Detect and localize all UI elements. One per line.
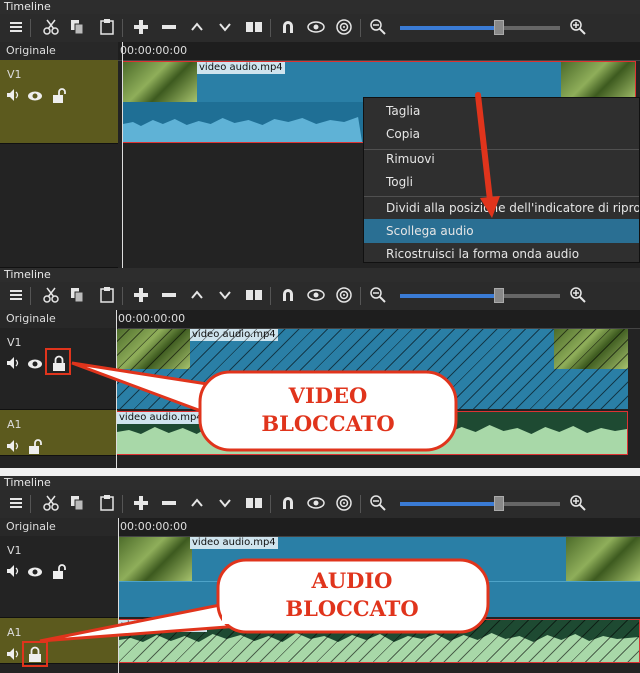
menu-item-dividi[interactable]: Dividi alla posizione dell'indicatore di…	[364, 196, 639, 220]
zoom-out-icon[interactable]	[367, 16, 389, 38]
zoom-in-icon[interactable]	[567, 16, 589, 38]
copy-icon[interactable]	[66, 16, 88, 38]
callout-line-2: BLOCCATO	[261, 411, 394, 436]
clip-label: video audio.mp4	[197, 62, 285, 74]
add-icon[interactable]	[130, 16, 152, 38]
down-icon[interactable]	[214, 16, 236, 38]
unlocked-padlock-icon[interactable]	[51, 87, 67, 103]
timeline-panel-2: Timeline Originale 00:00:00:00 V1 A1 vid…	[0, 268, 640, 468]
menu-item-togli[interactable]: Togli	[364, 170, 639, 194]
callout-video-bloccato: VIDEO BLOCCATO	[71, 361, 458, 452]
thumbnail-start	[123, 62, 197, 102]
callout-line-2: BLOCCATO	[285, 596, 418, 621]
originale-label: Originale	[0, 42, 118, 60]
timeline-panel-3: Timeline Originale 00:00:00:00 V1 A1 vid…	[0, 476, 640, 673]
snap-magnet-icon[interactable]	[277, 16, 299, 38]
timeline-title: Timeline	[0, 0, 640, 14]
remove-icon[interactable]	[158, 16, 180, 38]
timecode: 00:00:00:00	[120, 44, 188, 57]
cut-icon[interactable]	[40, 16, 62, 38]
time-ruler[interactable]: 00:00:00:00	[118, 42, 640, 61]
callout-line-1: VIDEO	[288, 383, 368, 408]
up-icon[interactable]	[186, 16, 208, 38]
menu-item-scollega-audio[interactable]: Scollega audio	[364, 219, 639, 243]
callout-audio-bloccato: AUDIO BLOCCATO	[39, 558, 490, 643]
menu-icon[interactable]	[5, 16, 27, 38]
track-header-empty	[0, 144, 118, 268]
context-menu: Taglia Copia Rimuovi Togli Dividi alla p…	[363, 97, 640, 263]
thumbnail-end	[561, 62, 635, 102]
timeline-panel-1: Timeline Originale 00:00:00:00 V1 video …	[0, 0, 640, 268]
track-header-v1[interactable]: V1	[0, 60, 118, 144]
menu-item-ricostruisci[interactable]: Ricostruisci la forma onda audio	[364, 242, 639, 266]
playhead[interactable]	[122, 42, 123, 268]
timeline-toolbar	[0, 14, 640, 42]
eye-icon[interactable]	[27, 88, 43, 104]
eye-icon[interactable]	[305, 16, 327, 38]
menu-item-copia[interactable]: Copia	[364, 122, 639, 146]
speaker-icon[interactable]	[5, 87, 21, 103]
target-icon[interactable]	[333, 16, 355, 38]
menu-item-taglia[interactable]: Taglia	[364, 99, 639, 123]
menu-item-rimuovi[interactable]: Rimuovi	[364, 147, 639, 171]
callout-line-1: AUDIO	[311, 568, 393, 593]
paste-icon[interactable]	[96, 16, 118, 38]
timeline-icon[interactable]	[243, 16, 265, 38]
track-label-v1: V1	[7, 68, 22, 81]
